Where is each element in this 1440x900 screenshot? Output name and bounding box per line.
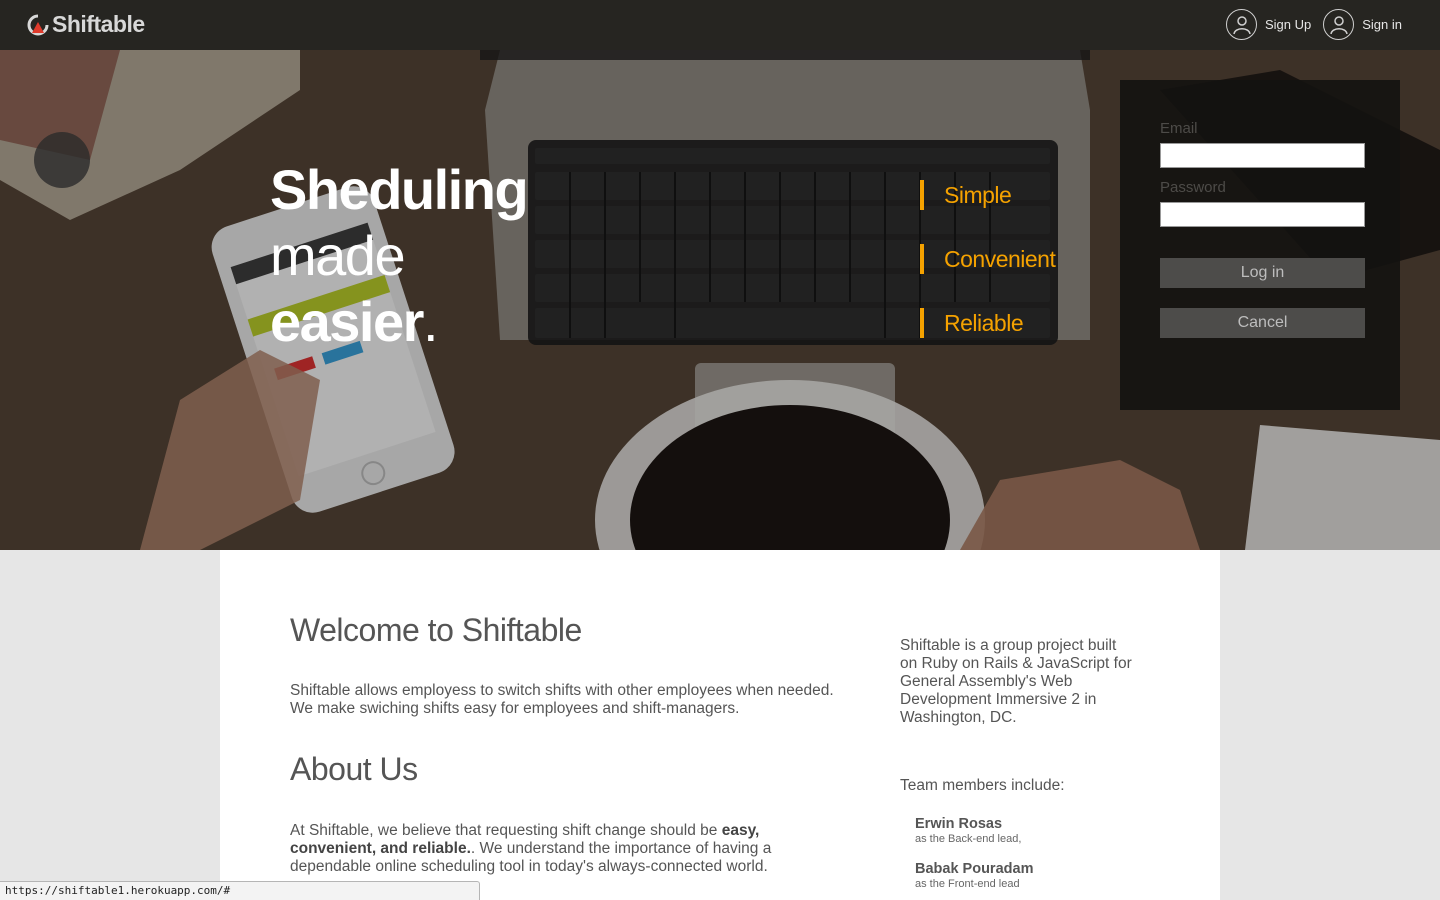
project-line: Washington, DC. — [900, 709, 1017, 726]
welcome-heading: Welcome to Shiftable — [290, 612, 582, 648]
project-line: General Assembly's Web — [900, 673, 1073, 690]
user-icon — [1226, 9, 1257, 40]
hero-line-3: easier — [270, 290, 424, 353]
shiftable-logo-icon — [26, 13, 50, 37]
email-field[interactable] — [1160, 143, 1365, 168]
about-bold-1: easy, — [721, 822, 760, 839]
login-panel: Email Password Log in Cancel — [1120, 80, 1400, 410]
user-icon — [1323, 9, 1355, 40]
project-description: Shiftable is a group project built on Ru… — [900, 637, 1132, 727]
feature-item: Simple — [920, 180, 1055, 210]
project-line: Development Immersive 2 in — [900, 691, 1097, 708]
team-member: Erwin Rosas as the Back-end lead, — [915, 816, 1021, 845]
about-text-post-2: dependable online scheduling tool in tod… — [290, 858, 768, 875]
team-member: Babak Pouradam as the Front-end lead — [915, 861, 1033, 890]
welcome-paragraph: Shiftable allows employess to switch shi… — [290, 682, 834, 718]
about-text-pre: At Shiftable, we believe that requesting… — [290, 822, 722, 839]
welcome-line-1: Shiftable allows employess to switch shi… — [290, 682, 834, 699]
top-navbar: Shiftable Sign Up Sign in — [0, 0, 1440, 50]
feature-item: Convenient — [920, 244, 1056, 274]
hero-headline: Sheduling made easier. — [270, 157, 529, 355]
project-line: Shiftable is a group project built — [900, 637, 1117, 654]
signin-link[interactable]: Sign in — [1323, 9, 1402, 40]
brand-logo-link[interactable]: Shiftable — [26, 11, 145, 38]
about-heading: About Us — [290, 751, 418, 787]
browser-status-bar: https://shiftable1.herokuapp.com/# — [0, 881, 480, 900]
feature-label: Reliable — [944, 309, 1024, 336]
about-paragraph: At Shiftable, we believe that requesting… — [290, 822, 810, 876]
email-label: Email — [1160, 120, 1198, 137]
team-heading: Team members include: — [900, 777, 1065, 794]
feature-item: Reliable — [920, 308, 1055, 338]
project-line: on Ruby on Rails & JavaScript for — [900, 655, 1132, 672]
about-bold-2: convenient, and reliable. — [290, 840, 471, 857]
hero-line-1: Sheduling — [270, 158, 529, 221]
password-label: Password — [1160, 179, 1226, 196]
signin-label: Sign in — [1362, 17, 1402, 32]
welcome-line-2: We make swiching shifts easy for employe… — [290, 700, 740, 717]
member-role: as the Front-end lead — [915, 878, 1020, 890]
member-name: Erwin Rosas — [915, 816, 1003, 832]
signup-link[interactable]: Sign Up — [1226, 9, 1311, 40]
brand-name: Shiftable — [52, 11, 145, 37]
signup-label: Sign Up — [1265, 17, 1312, 32]
feature-label: Convenient — [944, 245, 1056, 272]
hero-line-2: made — [270, 224, 406, 287]
feature-bar — [920, 244, 924, 274]
feature-bar — [920, 180, 924, 210]
main-content: Welcome to Shiftable Shiftable allows em… — [220, 550, 1220, 900]
feature-list: Simple Convenient Reliable — [920, 180, 1056, 372]
member-role: as the Back-end lead, — [915, 833, 1022, 845]
password-field[interactable] — [1160, 202, 1365, 227]
cancel-button[interactable]: Cancel — [1160, 308, 1365, 338]
hero-banner: Sheduling made easier. Simple Convenient… — [0, 50, 1440, 550]
feature-label: Simple — [944, 181, 1012, 208]
hero-line-3-dot: . — [422, 290, 439, 353]
login-button[interactable]: Log in — [1160, 258, 1365, 288]
feature-bar — [920, 308, 924, 338]
about-text-post-1: . We understand the importance of having… — [470, 840, 772, 857]
member-name: Babak Pouradam — [915, 861, 1034, 877]
